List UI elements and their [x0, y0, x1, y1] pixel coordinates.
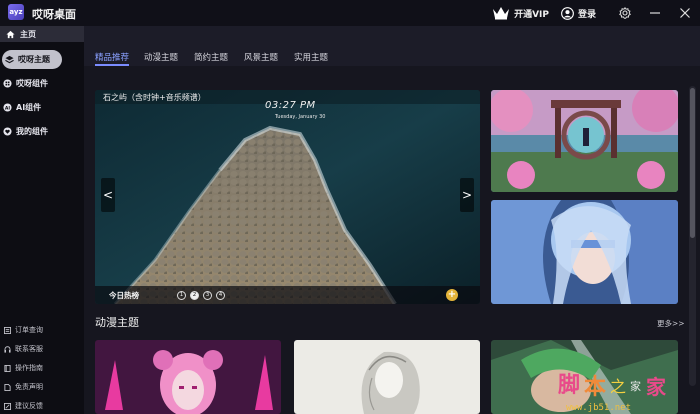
svg-text:家: 家 [646, 375, 667, 399]
sidebar-item-widgets[interactable]: 哎呀组件 [0, 74, 48, 93]
vip-button[interactable]: 开通VIP [514, 7, 549, 20]
sidebar-item-label: 主页 [20, 29, 36, 39]
hot-ranking-label: 今日热榜 [109, 290, 139, 300]
more-link[interactable]: 更多>> [657, 318, 685, 329]
tab-recommended[interactable]: 精品推荐 [95, 51, 129, 63]
book-icon [4, 364, 11, 372]
theme-card[interactable] [95, 340, 281, 414]
grid-icon [3, 79, 12, 88]
title-bar: ayz 哎呀桌面 开通VIP 登录 [0, 0, 700, 26]
clock-time: 03:27 PM [265, 100, 316, 111]
card-image [294, 340, 480, 414]
tab-anime[interactable]: 动漫主题 [144, 51, 178, 63]
active-tab-indicator [95, 64, 129, 66]
user-icon[interactable] [561, 6, 574, 20]
sidebar-item-label: 联系客服 [15, 345, 43, 353]
carousel-prev-button[interactable]: < [101, 178, 115, 212]
svg-text:AI: AI [5, 105, 10, 111]
settings-icon[interactable] [619, 7, 631, 19]
sidebar-item-label: 我的组件 [16, 127, 48, 136]
sidebar-item-label: 建议反馈 [15, 402, 43, 410]
edit-icon [4, 402, 11, 410]
tab-scenery[interactable]: 风景主题 [244, 51, 278, 63]
scrollbar-thumb[interactable] [690, 88, 695, 238]
carousel-page-3[interactable]: 3 [203, 290, 212, 300]
crown-icon[interactable] [492, 6, 510, 20]
minimize-icon[interactable] [649, 7, 661, 19]
category-tabs: 精品推荐 动漫主题 简约主题 风景主题 实用主题 [84, 26, 700, 66]
banner-title: 石之屿（含时钟+音乐频谱） [103, 93, 206, 102]
scrollbar-track[interactable] [689, 86, 696, 386]
sidebar-item-disclaimer[interactable]: 免责声明 [4, 380, 43, 394]
document-icon [4, 383, 11, 391]
sidebar-item-label: 哎呀组件 [16, 79, 48, 88]
tab-practical[interactable]: 实用主题 [294, 51, 328, 63]
sidebar-item-feedback[interactable]: 建议反馈 [4, 399, 43, 413]
theme-card[interactable] [294, 340, 480, 414]
sidebar-item-support[interactable]: 联系客服 [4, 342, 43, 356]
titlebar-actions: 开通VIP 登录 [492, 0, 700, 26]
login-button[interactable]: 登录 [578, 7, 596, 20]
banner-image [95, 90, 480, 304]
layers-icon [5, 55, 14, 64]
hot-ranking-bar: 今日热榜 1 2 3 4 + [95, 286, 480, 304]
carousel-next-button[interactable]: > [460, 178, 474, 212]
svg-text:本: 本 [584, 374, 606, 400]
site-watermark-logo: 脚 本 之 家 家 www.jb51.net [558, 372, 667, 413]
sidebar-item-orders[interactable]: 订单查询 [4, 323, 43, 337]
svg-text:之: 之 [610, 377, 626, 396]
thumbnail-image [491, 200, 678, 304]
sidebar-item-label: 操作指南 [15, 364, 43, 372]
home-icon [6, 30, 15, 38]
theme-thumbnail[interactable] [491, 200, 678, 304]
sidebar-item-label: 订单查询 [15, 326, 43, 334]
carousel-page-4[interactable]: 4 [216, 290, 225, 300]
app-logo-icon: ayz [8, 4, 24, 20]
sidebar-item-label: 免责声明 [15, 383, 43, 391]
featured-banner[interactable]: 石之屿（含时钟+音乐频谱） 03:27 PM Tuesday, January … [95, 90, 480, 304]
sidebar-item-theme[interactable]: 哎呀主题 [2, 50, 62, 69]
app-title: 哎呀桌面 [32, 8, 76, 21]
sidebar-item-ai[interactable]: AI AI组件 [0, 98, 41, 117]
sidebar-item-label: AI组件 [16, 103, 42, 112]
carousel-page-1[interactable]: 1 [177, 290, 186, 300]
svg-text:脚: 脚 [558, 372, 580, 398]
clock-date: Tuesday, January 30 [275, 114, 326, 120]
sidebar-item-my-widgets[interactable]: 我的组件 [0, 122, 48, 141]
section-title: 动漫主题 [95, 316, 139, 329]
carousel-page-2[interactable]: 2 [190, 290, 199, 300]
thumbnail-image [491, 90, 678, 192]
sidebar-item-guide[interactable]: 操作指南 [4, 361, 43, 375]
sidebar-item-label: 哎呀主题 [18, 55, 50, 64]
theme-thumbnail[interactable] [491, 90, 678, 192]
list-icon [4, 326, 11, 334]
svg-text:www.jb51.net: www.jb51.net [566, 403, 631, 413]
sidebar-item-home[interactable]: 主页 [0, 26, 84, 42]
tab-minimal[interactable]: 简约主题 [194, 51, 228, 63]
ai-icon: AI [3, 103, 12, 112]
app-window: ayz 哎呀桌面 开通VIP 登录 主页 哎呀主题 哎呀组件 AI AI组件 我… [0, 0, 700, 414]
close-icon[interactable] [679, 7, 691, 19]
sidebar: 主页 哎呀主题 哎呀组件 AI AI组件 我的组件 订单查询 联系客服 操作指南… [0, 26, 84, 414]
headset-icon [4, 345, 11, 353]
add-theme-button[interactable]: + [446, 289, 458, 301]
heart-icon [3, 127, 12, 136]
card-image [95, 340, 281, 414]
svg-text:家: 家 [630, 379, 641, 393]
